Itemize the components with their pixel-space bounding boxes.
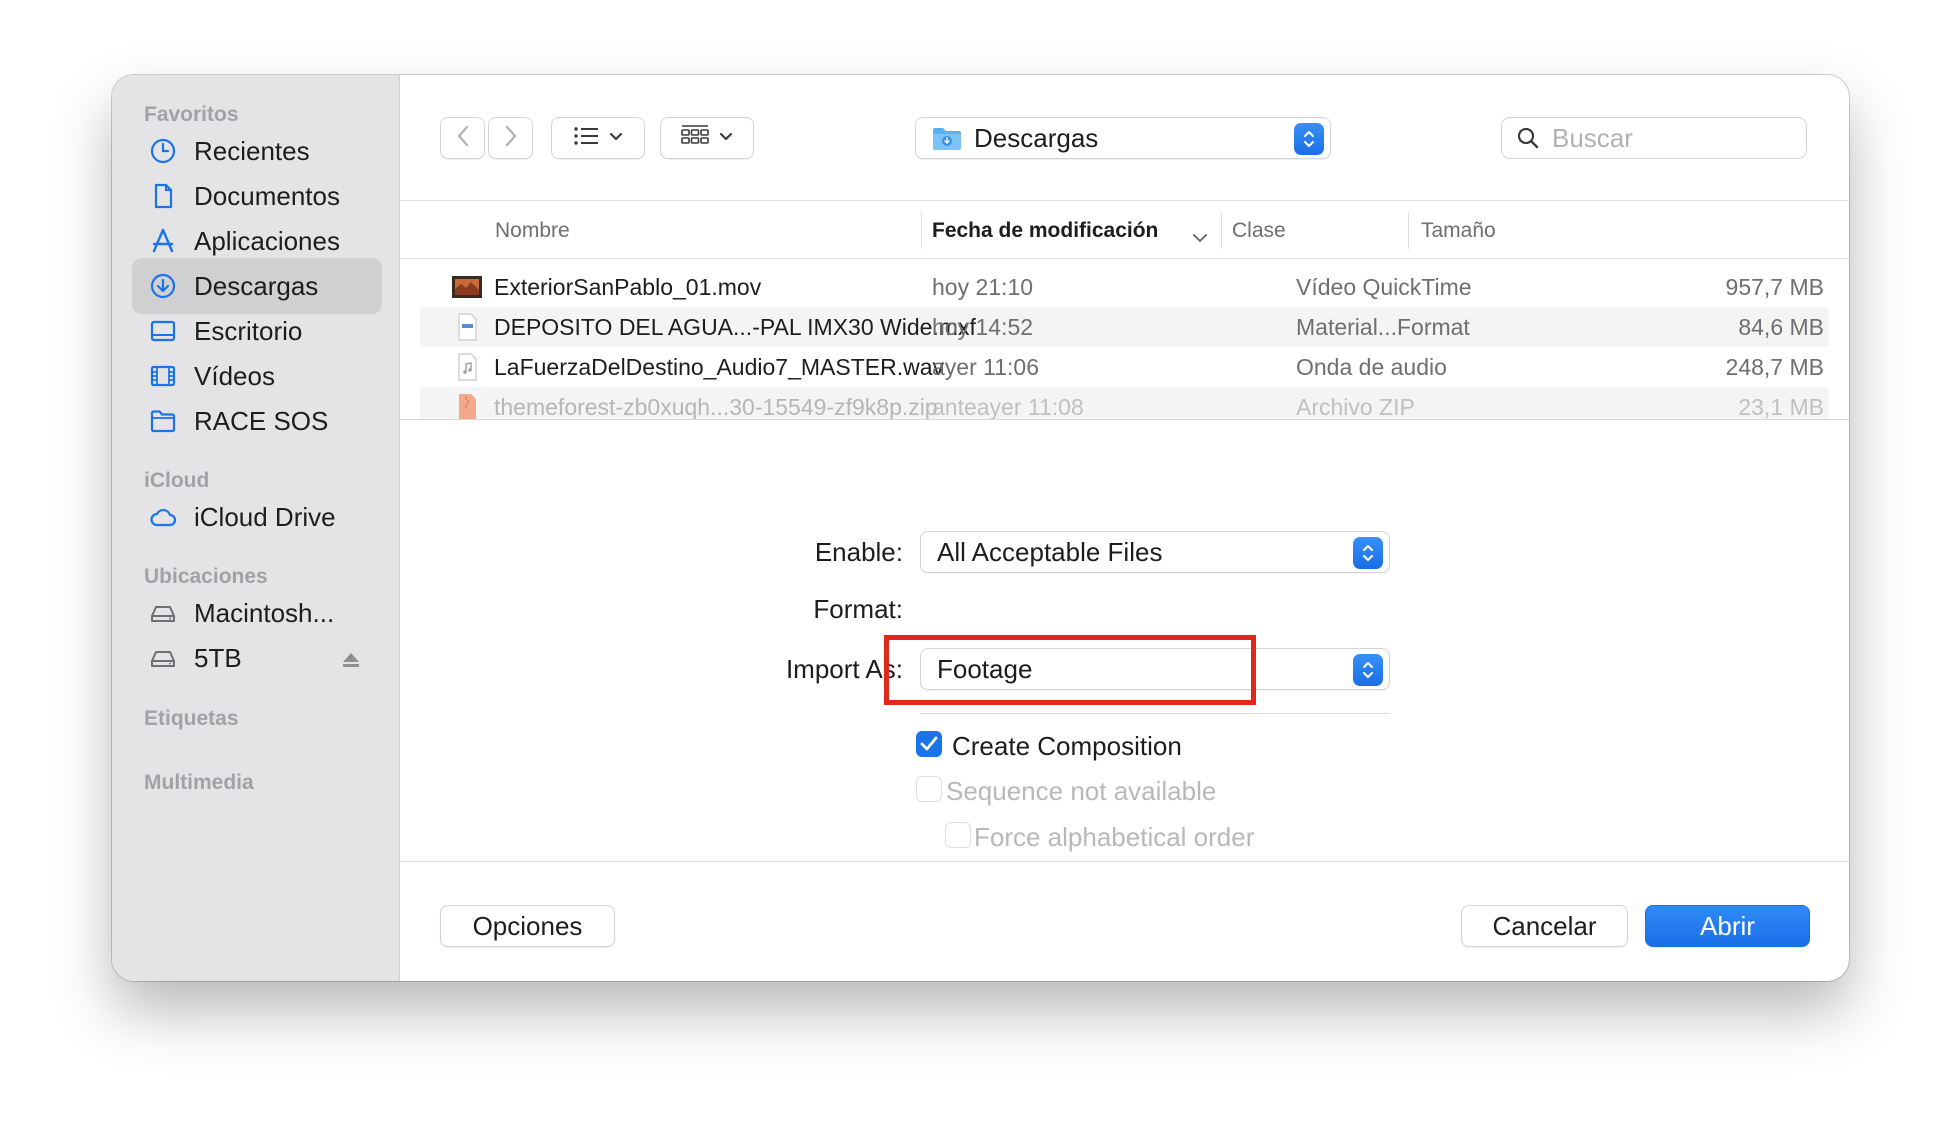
chevron-left-icon	[456, 124, 470, 153]
sidebar-item-label: Recientes	[194, 135, 310, 166]
sidebar-item-race-sos[interactable]: RACE SOS	[132, 393, 382, 449]
folder-icon	[932, 125, 962, 151]
file-list-header: Nombre Fecha de modificación Clase Tamañ…	[400, 201, 1849, 259]
cancel-button[interactable]: Cancelar	[1461, 905, 1628, 947]
clock-icon	[148, 136, 178, 166]
file-row[interactable]: LaFuerzaDelDestino_Audio7_MASTER.wav aye…	[420, 347, 1829, 387]
audio-file-icon	[452, 353, 482, 381]
document-icon	[148, 181, 178, 211]
disk-icon	[148, 643, 178, 673]
sequence-label: Sequence not available	[946, 776, 1217, 806]
create-composition-checkbox[interactable]	[916, 731, 942, 757]
column-header-kind[interactable]: Clase	[1232, 219, 1286, 243]
video-file-icon	[452, 273, 482, 301]
file-name: ExteriorSanPablo_01.mov	[494, 273, 762, 300]
film-icon	[148, 361, 178, 391]
file-row[interactable]: ExteriorSanPablo_01.mov hoy 21:10 Vídeo …	[420, 267, 1829, 307]
file-date: hoy 14:52	[932, 313, 1034, 340]
force-alphabetical-checkbox	[945, 822, 971, 848]
forward-button[interactable]	[488, 117, 533, 159]
file-name: themeforest-zb0xuqh...30-15549-zf9k8p.zi…	[494, 393, 938, 420]
format-label: Format:	[813, 594, 903, 624]
search-icon	[1516, 126, 1540, 150]
column-divider[interactable]	[1408, 213, 1409, 249]
location-popup[interactable]: Descargas	[915, 117, 1331, 159]
chevron-down-icon	[609, 129, 623, 147]
enable-label: Enable:	[814, 537, 903, 567]
annotation-highlight-box	[884, 635, 1256, 705]
import-as-label: Import As:	[785, 654, 903, 684]
popup-arrows-icon	[1294, 123, 1324, 155]
toolbar: Descargas Buscar	[400, 75, 1849, 201]
search-placeholder: Buscar	[1552, 122, 1633, 153]
separator	[920, 713, 1390, 714]
sidebar-item-label: Macintosh...	[194, 597, 335, 628]
sidebar-item-icloud-drive[interactable]: iCloud Drive	[132, 489, 382, 545]
grid-icon	[681, 124, 709, 153]
location-label: Descargas	[974, 122, 1099, 153]
disk-icon	[148, 598, 178, 628]
sidebar-item-label: Aplicaciones	[194, 225, 340, 256]
mxf-file-icon	[452, 313, 482, 341]
column-header-date[interactable]: Fecha de modificación	[932, 219, 1158, 243]
file-size: 248,7 MB	[1725, 353, 1824, 380]
sidebar-item-label: Vídeos	[194, 360, 275, 391]
search-field[interactable]: Buscar	[1501, 117, 1807, 159]
sidebar-item-label: RACE SOS	[194, 405, 329, 436]
popup-arrows-icon	[1353, 654, 1383, 686]
file-date: anteayer 11:08	[932, 393, 1084, 420]
desktop-icon	[148, 316, 178, 346]
file-name: DEPOSITO DEL AGUA...-PAL IMX30 Wide.mxf	[494, 313, 976, 340]
open-file-dialog: Favoritos Recientes Documentos Aplicacio…	[112, 75, 1849, 981]
eject-icon[interactable]	[340, 646, 362, 677]
sidebar-item-label: Documentos	[194, 180, 340, 211]
options-button[interactable]: Opciones	[440, 905, 615, 947]
file-date: ayer 11:06	[932, 353, 1039, 380]
chevron-down-icon	[719, 129, 733, 147]
downloads-icon	[148, 271, 178, 301]
file-kind: Material...Format	[1296, 313, 1470, 340]
column-header-name[interactable]: Nombre	[495, 219, 570, 243]
cloud-icon	[148, 502, 178, 532]
force-alphabetical-label: Force alphabetical order	[974, 822, 1255, 852]
list-icon	[573, 126, 599, 151]
file-kind: Archivo ZIP	[1296, 393, 1415, 420]
create-composition-label[interactable]: Create Composition	[952, 731, 1182, 762]
sidebar: Favoritos Recientes Documentos Aplicacio…	[112, 75, 400, 981]
group-view-button[interactable]	[660, 117, 754, 159]
file-size: 23,1 MB	[1738, 393, 1824, 420]
sequence-checkbox	[916, 776, 942, 802]
sidebar-item-label: Escritorio	[194, 315, 303, 346]
popup-arrows-icon	[1353, 537, 1383, 569]
sidebar-item-label: iCloud Drive	[194, 501, 336, 532]
file-row: themeforest-zb0xuqh...30-15549-zf9k8p.zi…	[420, 387, 1829, 420]
enable-value: All Acceptable Files	[937, 536, 1163, 567]
sidebar-item-5tb[interactable]: 5TB	[132, 630, 382, 686]
file-kind: Onda de audio	[1296, 353, 1447, 380]
enable-popup[interactable]: All Acceptable Files	[920, 531, 1390, 573]
file-row[interactable]: DEPOSITO DEL AGUA...-PAL IMX30 Wide.mxf …	[420, 307, 1829, 347]
chevron-right-icon	[504, 124, 518, 153]
list-view-button[interactable]	[551, 117, 645, 159]
zip-file-icon	[452, 393, 482, 419]
file-size: 957,7 MB	[1725, 273, 1824, 300]
file-kind: Vídeo QuickTime	[1296, 273, 1472, 300]
sidebar-section-tags: Etiquetas	[144, 707, 239, 730]
back-button[interactable]	[440, 117, 485, 159]
sidebar-item-label: Descargas	[194, 270, 319, 301]
sort-chevron-icon	[1192, 225, 1208, 249]
column-header-size[interactable]: Tamaño	[1421, 219, 1496, 243]
dialog-footer: Opciones Cancelar Abrir	[400, 861, 1849, 981]
file-name: LaFuerzaDelDestino_Audio7_MASTER.wav	[494, 353, 944, 380]
file-date: hoy 21:10	[932, 273, 1034, 300]
sidebar-section-media: Multimedia	[144, 771, 254, 794]
applications-icon	[148, 226, 178, 256]
sidebar-item-label: 5TB	[194, 642, 242, 673]
open-button[interactable]: Abrir	[1645, 905, 1810, 947]
column-divider[interactable]	[921, 213, 922, 249]
folder-icon	[148, 406, 178, 436]
file-size: 84,6 MB	[1738, 313, 1824, 340]
column-divider[interactable]	[1221, 213, 1222, 249]
file-list: ExteriorSanPablo_01.mov hoy 21:10 Vídeo …	[400, 259, 1849, 420]
